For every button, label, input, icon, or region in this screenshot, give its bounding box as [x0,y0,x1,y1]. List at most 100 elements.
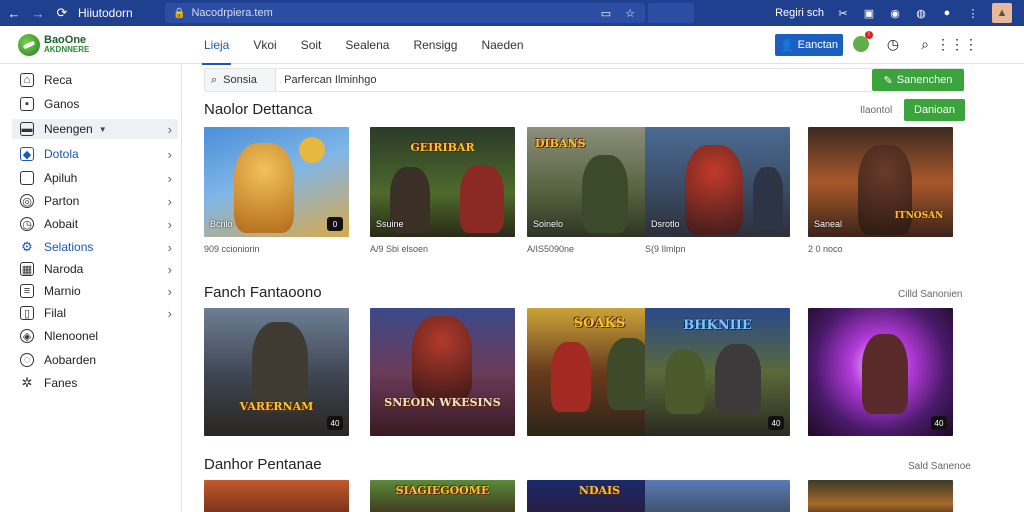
address-bar[interactable]: 🔒 Nacodrpiera.tem ▭ ☆ [165,3,645,23]
card-meta: S(9 Ilmlpn [645,244,686,254]
grid-icon: ▦ [20,262,34,276]
back-icon[interactable]: ← [4,3,24,23]
sidebar-label: Ganos [44,97,80,111]
tab-2[interactable]: Soit [301,26,334,64]
tag-icon: ◆ [20,147,34,161]
gamepad-icon: ▪ [20,97,34,111]
clock-icon[interactable]: ◷ [884,35,902,53]
tab-title: Hiiutodorn [78,6,133,20]
user-icon: 👤 [779,39,794,52]
logo[interactable]: BaoOne AKDNNERE [18,34,89,56]
forward-icon[interactable]: → [28,3,48,23]
extension-area[interactable] [648,3,694,23]
search-icon[interactable]: ⌕ [916,35,934,53]
checkbox-icon [20,171,34,185]
extension-icon[interactable]: ▣ [862,6,876,20]
game-card[interactable] [204,480,349,512]
profile-label[interactable]: Regiri sch [775,7,824,19]
menu-dots-icon[interactable]: ⋮ [966,6,980,20]
tab-4[interactable]: Rensigg [413,26,469,64]
game-card[interactable]: SIAGIEGOOME [370,480,515,512]
chevron-right-icon: › [167,283,172,299]
search-input[interactable]: Parfercan Ilminhgo [275,69,963,91]
apps-grid-icon[interactable]: ⋮⋮⋮ [936,35,978,53]
sidebar-item-3[interactable]: ◆ Dotola › [12,144,178,164]
sidebar-item-0[interactable]: ⌂ Reca [12,70,178,90]
chevron-right-icon: › [167,121,172,137]
puzzle-icon: ✲ [21,375,33,390]
primary-button[interactable]: 👤 Eanctan [775,34,843,56]
chevron-right-icon: › [167,146,172,162]
sidebar-item-1[interactable]: ▪ Ganos [12,94,178,114]
card-banner: SNEOIN WKESINS [384,396,501,409]
sync-icon[interactable]: ◉ [888,6,902,20]
star-icon[interactable]: ☆ [625,7,635,20]
sidebar-item-12[interactable]: ◌ Aobarden [12,350,178,370]
card-badge: 0 [327,217,343,231]
tools-icon[interactable]: ✂ [836,6,850,20]
browser-avatar[interactable]: ▲ [992,3,1012,23]
section-title-3: Danhor Pentanae [204,456,322,473]
game-card[interactable]: BHKNIIE 40 [645,308,790,436]
chevron-right-icon: › [167,193,172,209]
game-card[interactable]: SNEOIN WKESINS [370,308,515,436]
game-card[interactable]: 40 [808,308,953,436]
browser-toolbar: ← → ⟳ Hiiutodorn 🔒 Nacodrpiera.tem ▭ ☆ R… [0,0,1024,26]
notification-icon[interactable]: ! [852,31,873,53]
card-label: Dsrotlo [651,219,680,229]
settings-icon: ⚙ [21,239,33,254]
game-card[interactable] [645,480,790,512]
sidebar-label: Neengen [44,122,93,136]
chevron-right-icon: › [167,170,172,186]
sidebar-label: Marnio [44,284,81,298]
browser-tab[interactable]: Hiiutodorn [78,6,168,20]
game-card[interactable]: ITNOSAN Saneal [808,127,953,237]
app-header: BaoOne AKDNNERE Lieja Vkoi Soit Sealena … [0,26,1024,65]
sidebar-item-8[interactable]: ▦ Naroda › [12,259,178,279]
card-label: Soinelo [533,219,564,229]
sidebar-label: Dotola [44,147,79,161]
sidebar-label: Apiluh [44,171,78,185]
sidebar-item-4[interactable]: Apiluh › [12,168,178,188]
game-card[interactable]: GEIRIBAR Ssuine [370,127,515,237]
tab-5[interactable]: Naeden [481,26,535,64]
card-badge: 40 [768,416,784,430]
edit-icon: ✎ [883,74,893,87]
cast-icon[interactable]: ▭ [601,7,611,20]
account-icon[interactable]: ● [940,6,954,20]
sidebar-item-11[interactable]: ◈ Nlenoonel [12,326,178,346]
sidebar-item-9[interactable]: ≡ Marnio › [12,281,178,301]
game-card[interactable]: VARERNAM 40 [204,308,349,436]
card-banner: BHKNIIE [683,318,752,333]
search-bar: ⌕ Sonsia Parfercan Ilminhgo [204,68,964,92]
section-button-1[interactable]: Danioan [904,99,965,121]
game-card[interactable]: Bcrilo 0 [204,127,349,237]
sidebar-item-2[interactable]: ▬ Neengen ▼ › [12,119,178,139]
sidebar-item-10[interactable]: ▯ Filal › [12,303,178,323]
search-button[interactable]: ✎ Sanenchen [872,69,964,91]
globe-icon: ◌ [20,353,34,367]
history-icon[interactable]: ◍ [914,6,928,20]
tab-1[interactable]: Vkoi [253,26,288,64]
reload-icon[interactable]: ⟳ [52,3,72,23]
game-card[interactable] [808,480,953,512]
lock-icon: 🔒 [173,7,186,19]
notification-badge: ! [865,31,873,39]
section-link-2[interactable]: Cilld Sanonien [898,289,963,300]
clock-icon: ◷ [20,217,34,231]
section-link-3[interactable]: Sald Sanenoe [908,461,971,472]
game-card[interactable]: Dsrotlo [645,127,790,237]
section-title-1: Naolor Dettanca [204,101,313,118]
section-link-1[interactable]: Ilaontol [860,105,892,116]
card-label: Bcrilo [210,219,233,229]
sidebar-item-6[interactable]: ◷ Aobait › [12,214,178,234]
chevron-right-icon: › [167,216,172,232]
chevron-right-icon: › [167,305,172,321]
sidebar-label: Parton [44,194,80,208]
tab-3[interactable]: Sealena [345,26,401,64]
sidebar-item-7[interactable]: ⚙ Selations › [12,237,178,257]
nav-tabs: Lieja Vkoi Soit Sealena Rensigg Naeden [201,26,548,65]
tab-0[interactable]: Lieja [201,26,241,65]
sidebar-item-5[interactable]: ◎ Parton › [12,191,178,211]
sidebar-item-13[interactable]: ✲ Fanes [12,373,178,393]
